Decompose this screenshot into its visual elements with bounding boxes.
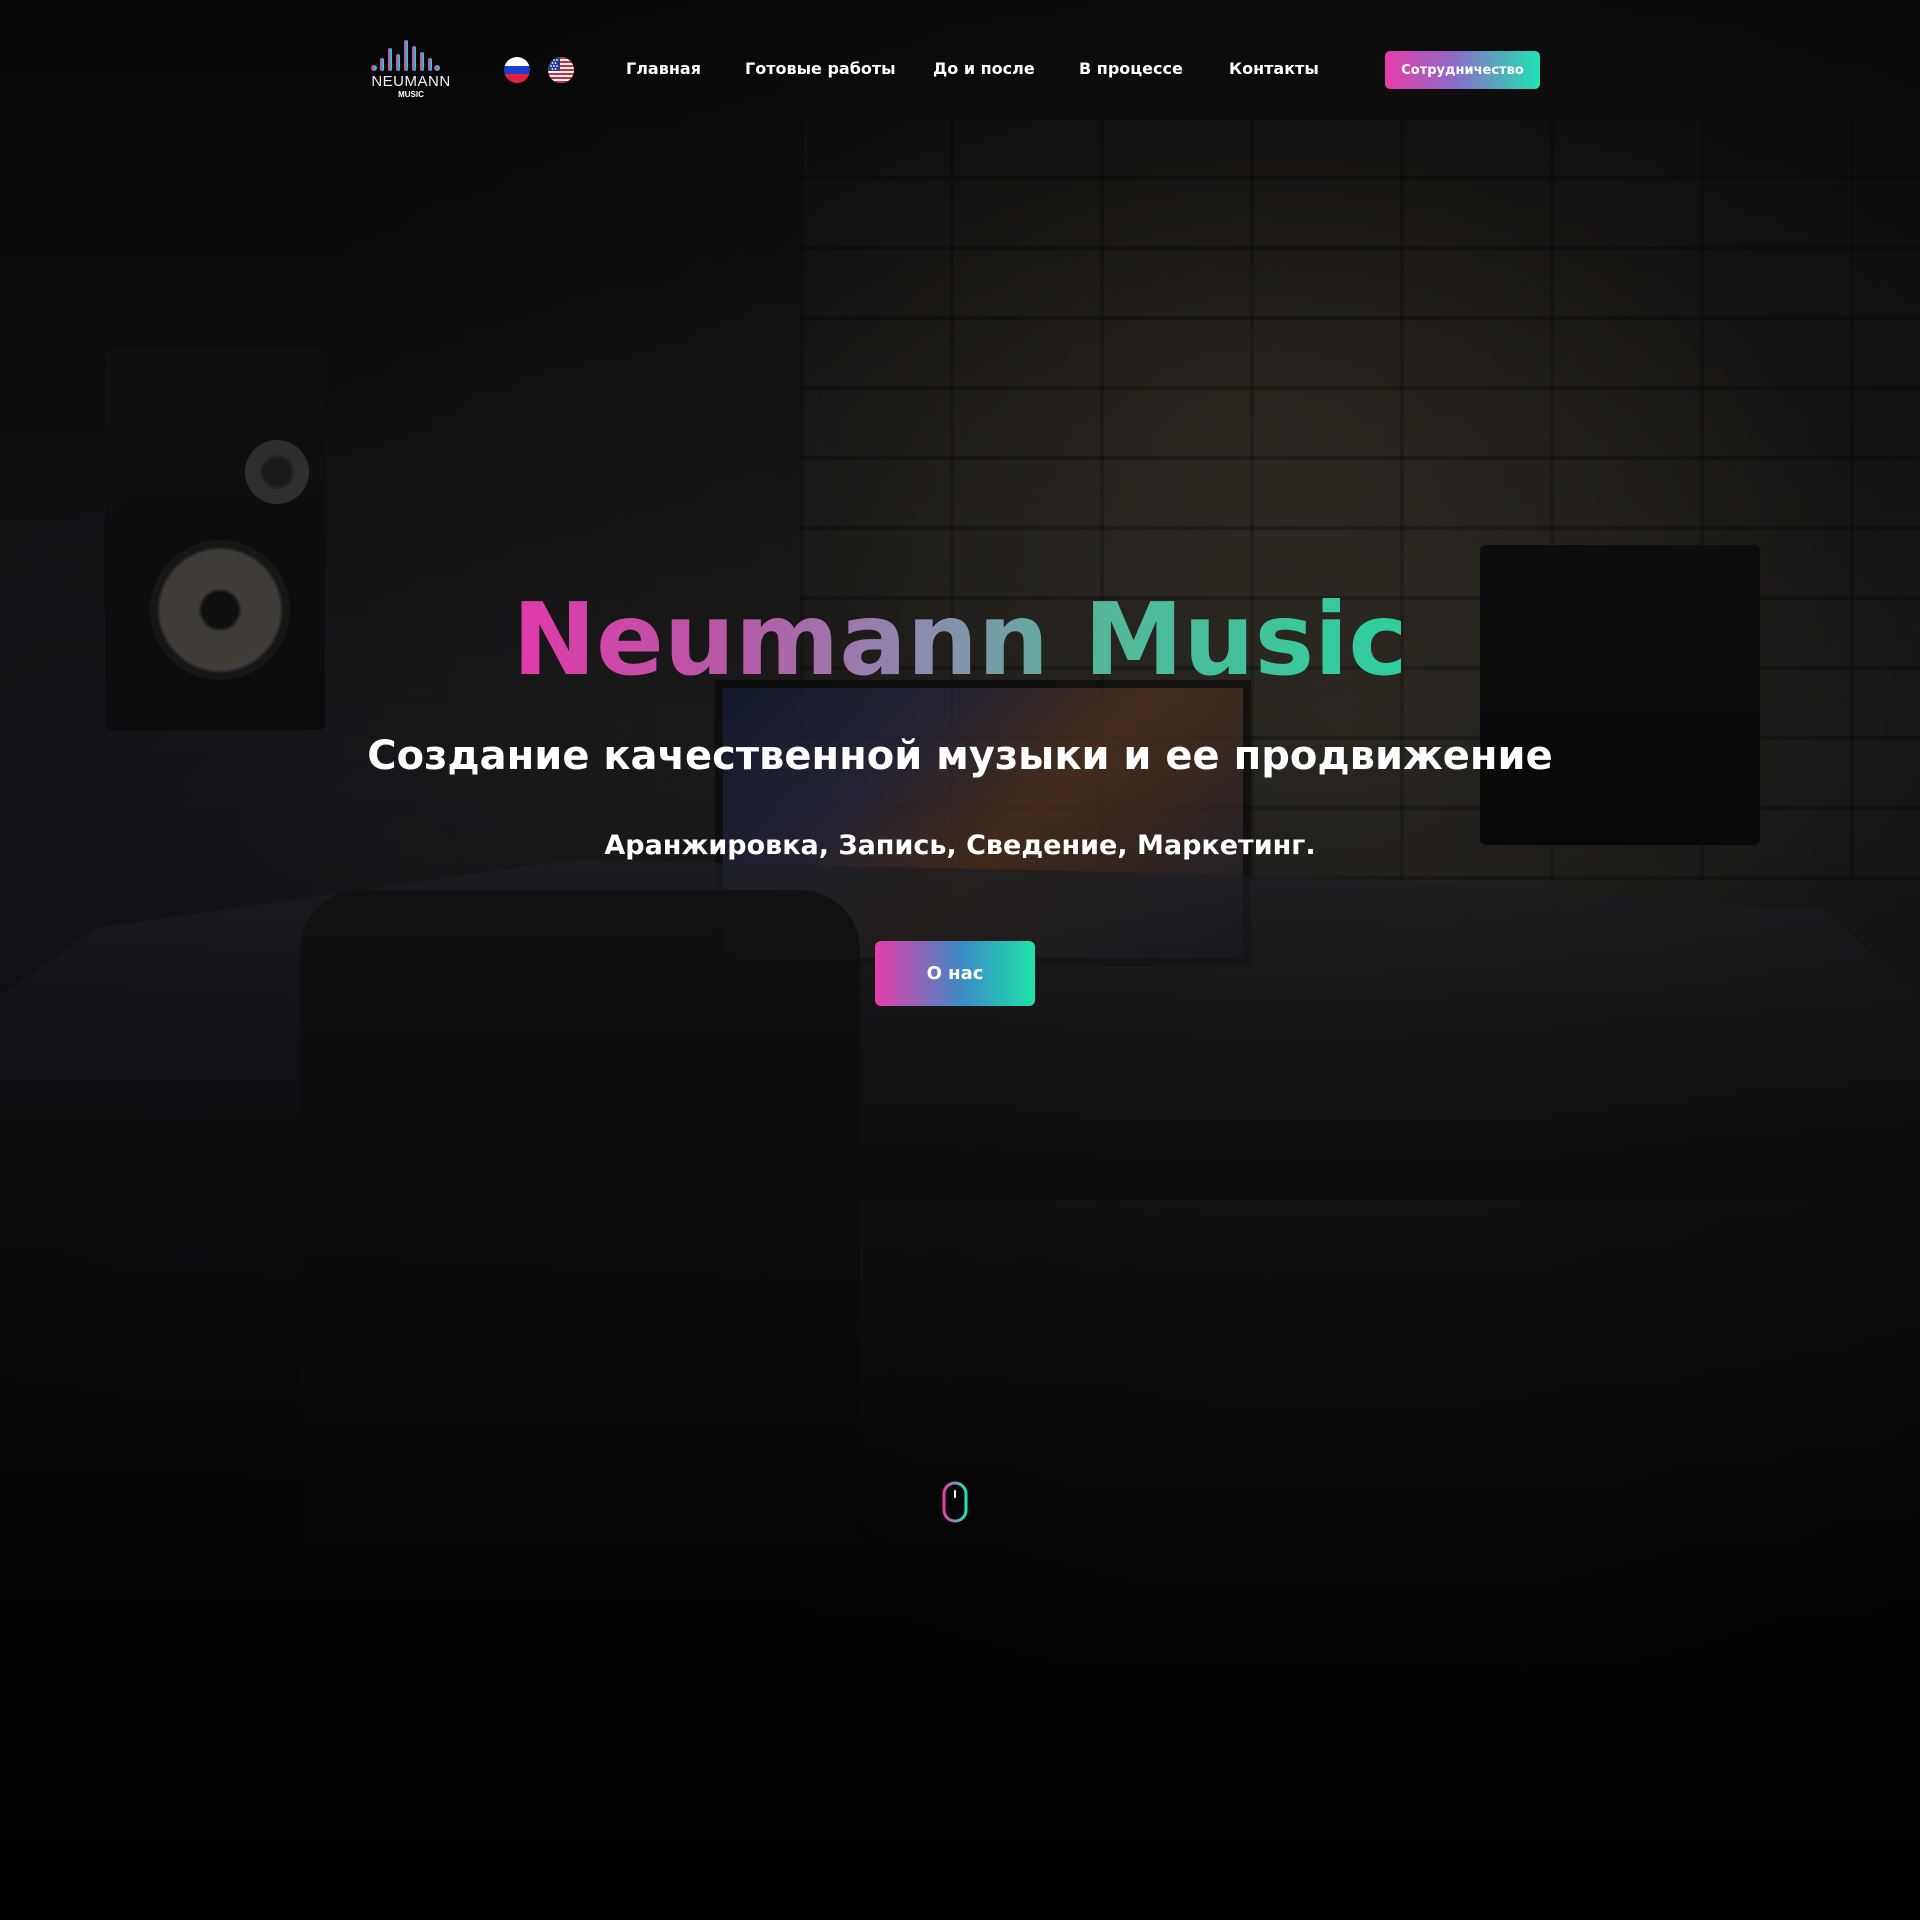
- cooperation-button[interactable]: Сотрудничество: [1385, 51, 1540, 89]
- nav-link-contacts[interactable]: Контакты: [1229, 58, 1319, 80]
- site-header: NEUMANN MUSIC Главная Готовые работы До …: [0, 0, 1920, 140]
- equalizer-logo-icon: [371, 40, 440, 71]
- nav-link-before-after[interactable]: До и после: [933, 58, 1035, 80]
- hero-subtitle: Создание качественной музыки и ее продви…: [367, 733, 1553, 779]
- usa-flag-icon[interactable]: [548, 57, 574, 83]
- nav-link-home[interactable]: Главная: [626, 58, 701, 80]
- nav-link-in-progress[interactable]: В процессе: [1079, 58, 1183, 80]
- landing-page: NEUMANN MUSIC Главная Готовые работы До …: [0, 0, 1920, 1920]
- hero-title: Neumann Music: [0, 575, 1920, 705]
- logo-subtitle: MUSIC: [398, 90, 424, 99]
- logo-wordmark: NEUMANN: [371, 73, 451, 90]
- nav-link-portfolio[interactable]: Готовые работы: [745, 58, 896, 80]
- about-us-button[interactable]: О нас: [875, 941, 1035, 1006]
- mouse-scroll-icon[interactable]: [942, 1481, 968, 1523]
- hero-title-text: Neumann Music: [512, 581, 1408, 698]
- hero-services: Аранжировка, Запись, Сведение, Маркетинг…: [604, 830, 1316, 861]
- neumann-music-logo[interactable]: NEUMANN MUSIC: [368, 38, 454, 102]
- russia-flag-icon[interactable]: [504, 57, 530, 83]
